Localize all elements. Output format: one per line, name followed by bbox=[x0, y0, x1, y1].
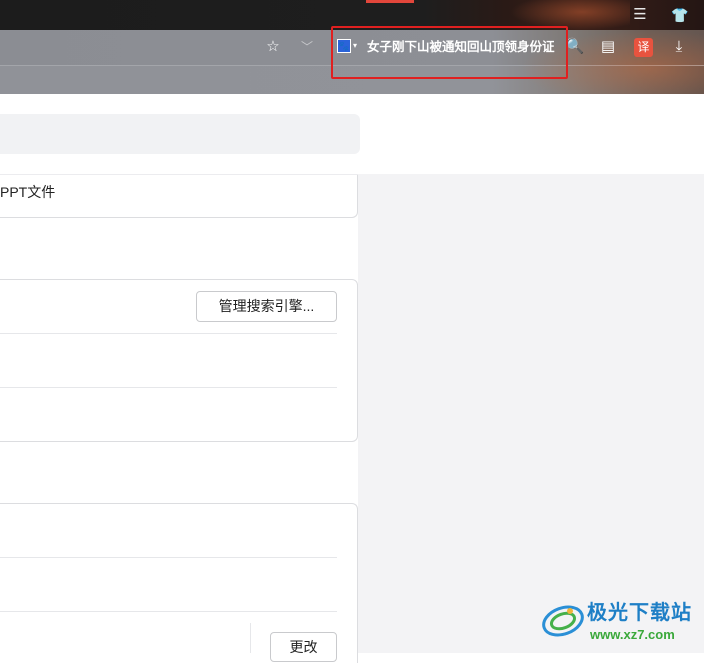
annotation-highlight-box bbox=[331, 26, 568, 79]
row-vertical-divider bbox=[250, 623, 251, 653]
row-divider bbox=[0, 333, 337, 334]
active-tab-indicator bbox=[366, 0, 414, 3]
row-divider bbox=[0, 557, 337, 558]
star-icon[interactable]: ☆ bbox=[262, 37, 284, 57]
hamburger-icon[interactable]: ☰ bbox=[630, 6, 650, 24]
row-divider bbox=[0, 387, 337, 388]
manage-search-engines-button[interactable]: 管理搜索引擎... bbox=[196, 291, 337, 322]
watermark-url: www.xz7.com bbox=[590, 627, 675, 642]
watermark-title: 极光下载站 bbox=[587, 602, 692, 624]
download-icon[interactable]: ⤓ bbox=[668, 37, 690, 57]
setting-row-label: PPT文件 bbox=[0, 184, 56, 200]
chevron-down-icon[interactable]: ﹀ bbox=[296, 37, 318, 57]
settings-search-field[interactable] bbox=[0, 114, 360, 154]
row-divider bbox=[0, 611, 337, 612]
xz7-logo-icon bbox=[542, 605, 584, 637]
extension-icon[interactable]: ▕ bbox=[697, 37, 704, 57]
page-background bbox=[358, 174, 704, 653]
tshirt-icon[interactable]: 👕 bbox=[670, 6, 690, 24]
change-button[interactable]: 更改 bbox=[270, 632, 337, 662]
translate-button[interactable]: 译 bbox=[634, 38, 653, 57]
notes-icon[interactable]: ▤ bbox=[597, 37, 619, 57]
